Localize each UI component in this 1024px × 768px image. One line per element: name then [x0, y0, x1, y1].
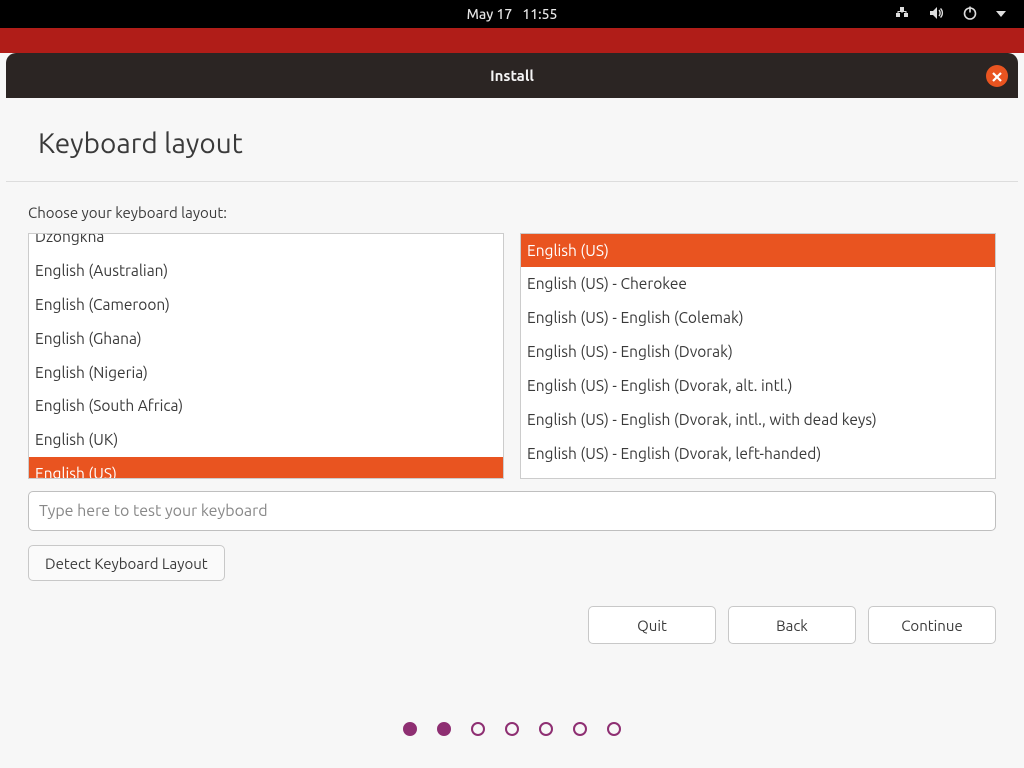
date-text: May 17	[467, 6, 513, 22]
keyboard-variant-list[interactable]: English (US)English (US) - CherokeeEngli…	[520, 233, 996, 479]
list-item[interactable]: Dzongkha	[29, 233, 503, 254]
keyboard-layout-list[interactable]: DzongkhaEnglish (Australian)English (Cam…	[28, 233, 504, 479]
list-item[interactable]: English (US) - English (Dvorak, left-han…	[521, 437, 995, 471]
progress-dot	[437, 722, 451, 736]
list-item[interactable]: English (US) - English (Dvorak)	[521, 335, 995, 369]
list-item[interactable]: English (Nigeria)	[29, 356, 503, 390]
detect-keyboard-button[interactable]: Detect Keyboard Layout	[28, 545, 225, 581]
clock: May 17 11:55	[467, 6, 558, 22]
network-icon[interactable]	[894, 5, 910, 24]
list-item[interactable]: English (US)	[29, 457, 503, 479]
progress-dot	[539, 722, 553, 736]
window-chrome-strip	[0, 28, 1024, 53]
progress-dot	[403, 722, 417, 736]
progress-dot	[471, 722, 485, 736]
close-button[interactable]	[986, 65, 1008, 87]
chevron-down-icon[interactable]	[996, 6, 1006, 22]
list-item[interactable]: English (US) - English (Dvorak, alt. int…	[521, 369, 995, 403]
progress-dot	[505, 722, 519, 736]
system-tray	[894, 0, 1006, 28]
system-top-bar: May 17 11:55	[0, 0, 1024, 28]
quit-button[interactable]: Quit	[588, 606, 716, 644]
progress-dot	[607, 722, 621, 736]
page-title: Keyboard layout	[6, 98, 1018, 181]
close-icon	[992, 68, 1002, 85]
prompt-text: Choose your keyboard layout:	[28, 204, 996, 221]
list-item[interactable]: English (UK)	[29, 423, 503, 457]
list-item[interactable]: English (Ghana)	[29, 322, 503, 356]
list-item[interactable]: English (US) - English (Colemak)	[521, 301, 995, 335]
installer-page: Keyboard layout Choose your keyboard lay…	[6, 98, 1018, 768]
keyboard-test-input[interactable]	[28, 491, 996, 531]
nav-buttons: Quit Back Continue	[588, 606, 996, 644]
progress-dots	[6, 722, 1018, 736]
progress-dot	[573, 722, 587, 736]
window-title: Install	[490, 67, 534, 84]
list-item[interactable]: English (US) - English (Dvorak, intl., w…	[521, 403, 995, 437]
content-area: Choose your keyboard layout: DzongkhaEng…	[6, 182, 1018, 581]
continue-button[interactable]: Continue	[868, 606, 996, 644]
list-item[interactable]: English (US) - English (Dvorak, right-ha…	[521, 470, 995, 479]
power-icon[interactable]	[962, 5, 978, 24]
list-item[interactable]: English (US) - Cherokee	[521, 267, 995, 301]
volume-icon[interactable]	[928, 5, 944, 24]
back-button[interactable]: Back	[728, 606, 856, 644]
layout-lists: DzongkhaEnglish (Australian)English (Cam…	[28, 233, 996, 479]
titlebar: Install	[6, 53, 1018, 98]
list-item[interactable]: English (US)	[521, 234, 995, 267]
list-item[interactable]: English (Australian)	[29, 254, 503, 288]
list-item[interactable]: English (South Africa)	[29, 389, 503, 423]
list-item[interactable]: English (Cameroon)	[29, 288, 503, 322]
time-text: 11:55	[522, 6, 557, 22]
